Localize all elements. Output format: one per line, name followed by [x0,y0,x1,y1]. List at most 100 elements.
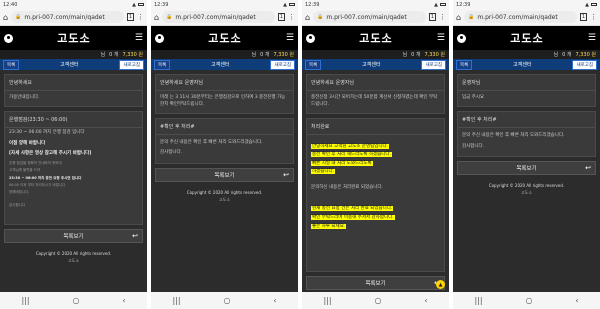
hamburger-icon[interactable]: ☰ [588,33,596,43]
list-nav-button[interactable]: 목록 [456,59,473,70]
android-nav-bar: ||| ○ ‹ [0,292,147,309]
back-icon[interactable]: ‹ [122,296,125,305]
menu-icon[interactable]: ⋮ [137,13,144,21]
home-icon[interactable]: ⌂ [154,13,159,22]
clock: 12:39 [154,1,169,8]
tabs-icon[interactable]: 1 [428,13,436,21]
site-logo[interactable]: 고도소 [208,30,241,46]
list-button[interactable]: 목록보기 ↩ [4,228,143,243]
back-icon[interactable]: ‹ [424,296,427,305]
home-button-icon[interactable]: ○ [223,296,230,305]
scroll-top-icon[interactable]: ▲ [436,280,445,289]
list-button-label: 목록보기 [214,173,235,179]
list-nav-button[interactable]: 목록 [3,59,20,70]
menu-icon[interactable]: ⋮ [288,13,295,21]
menu-icon[interactable]: ⋮ [590,13,597,21]
signal-icon: ▲ [434,1,438,8]
refresh-button[interactable]: 새로고침 [119,59,144,70]
answer-box: 은행점검(23:30 ~ 06:00) 23:30 ~ 06:00 까지 은행 … [4,110,143,225]
list-nav-button[interactable]: 목록 [154,59,171,70]
list-nav-button[interactable]: 목록 [305,59,322,70]
address-bar[interactable]: 🔒 m.pri-007.com/main/qadet [11,11,124,23]
home-button-icon[interactable]: ○ [374,296,381,305]
home-button-icon[interactable]: ○ [72,296,79,305]
highlight-text: 확인 부탁드리며 이용해 주셔서 감사합니다. [311,214,395,220]
return-icon: ↩ [585,164,591,173]
browser-toolbar: ⌂ 🔒 m.pri-007.com/main/qadet 1 ⋮ [151,9,298,26]
points-count: 0 개 [260,52,270,58]
site-header: 고도소 ☰ [0,26,147,50]
screenshot-strip: 12:40 ▲ ⌂ 🔒 m.pri-007.com/main/qadet 1 ⋮ … [0,0,600,309]
clock: 12:40 [3,1,18,8]
hamburger-icon[interactable]: ☰ [135,33,143,43]
tabs-icon[interactable]: 1 [277,13,285,21]
content: 운영자님 입금 주시요 #확인 후 처리# 문의 주신 내용은 확인 후 빠른 … [453,70,600,200]
recents-icon[interactable]: ||| [323,296,331,305]
hamburger-icon[interactable]: ☰ [437,33,445,43]
home-button-icon[interactable]: ○ [525,296,532,305]
back-icon[interactable]: ‹ [575,296,578,305]
back-icon[interactable]: ‹ [273,296,276,305]
menu-icon[interactable]: ⋮ [439,13,446,21]
clock: 12:39 [305,1,320,8]
highlight-text: 하겠습니다. [311,169,336,175]
copyright: Copyright © 2020 All rights reserved. [186,190,263,195]
android-nav-bar: ||| ○ ‹ [151,292,298,309]
answer-title: #확인 후 처리# [458,112,595,128]
answer-title: #확인 후 처리# [156,119,293,135]
highlight-text: 안녕하세요 고객님 고도소 운영팀입니다. [311,143,390,149]
highlight-text: 좋은 하루 되세요. [311,223,347,229]
address-bar[interactable]: 🔒 m.pri-007.com/main/qadet [313,11,426,23]
points-bar: 님 0 개 7,330 원 [151,50,298,59]
phone-screen-4: 12:39 ▲ ⌂ 🔒 m.pri-007.com/main/qadet 1 ⋮ … [453,0,600,309]
answer-title: 처리완료 [307,119,444,135]
list-button[interactable]: 목록보기 ↩ [306,275,445,290]
page-title: 고객센터 [211,62,230,68]
greeting: 운영자님 [458,75,595,91]
recents-icon[interactable]: ||| [172,296,180,305]
site-logo[interactable]: 고도소 [510,30,543,46]
site-logo[interactable]: 고도소 [57,30,90,46]
hamburger-icon[interactable]: ☰ [286,33,294,43]
url-text: m.pri-007.com/main/qadet [175,13,256,21]
address-bar[interactable]: 🔒 m.pri-007.com/main/qadet [464,11,577,23]
browser-toolbar: ⌂ 🔒 m.pri-007.com/main/qadet 1 ⋮ [453,9,600,26]
copyright: Copyright © 2020 All rights reserved. [488,183,565,189]
address-bar[interactable]: 🔒 m.pri-007.com/main/qadet [162,11,275,23]
points-value: 7,330 원 [122,52,143,58]
answer-line: 이점 양해 바랍니다 [9,140,46,146]
battery-icon [289,3,295,6]
closing-text: 감사합니다. [160,150,183,156]
refresh-button[interactable]: 새로고침 [572,59,597,70]
question-text: 가용안내입니다. [9,95,40,100]
tabs-icon[interactable]: 1 [126,13,134,21]
lock-icon: 🔒 [468,14,475,20]
phone-screen-3: 12:39 ▲ ⌂ 🔒 m.pri-007.com/main/qadet 1 ⋮ … [302,0,449,309]
home-icon[interactable]: ⌂ [456,13,461,22]
user-icon[interactable] [155,33,164,43]
url-text: m.pri-007.com/main/qadet [326,13,407,21]
list-button[interactable]: 목록보기 ↩ [457,161,596,176]
user-icon[interactable] [457,33,466,43]
highlight-text: 충전 확인 후 처리 해드리도록 하겠습니다. [311,152,392,158]
points-value: 7,330 원 [575,52,596,58]
recents-icon[interactable]: ||| [21,296,29,305]
list-button-label: 목록보기 [63,233,84,240]
note-line: 23:30 ~ 06:00 까지 충전 요청 주시면 입니다 [9,175,82,180]
user-icon[interactable] [306,33,315,43]
content: 안녕하세요 가용안내입니다. 은행점검(23:30 ~ 06:00) 23:30… [0,70,147,268]
tabs-icon[interactable]: 1 [579,13,587,21]
refresh-button[interactable]: 새로고침 [270,59,295,70]
note-line: 06:00 이후 부터 처리하시기 바랍니다 [9,182,66,187]
question-box: 운영자님 입금 주시요 [457,74,596,107]
lock-icon: 🔒 [317,14,324,20]
status-bar: 12:39 ▲ [453,0,600,9]
recents-icon[interactable]: ||| [474,296,482,305]
home-icon[interactable]: ⌂ [3,13,8,22]
site-logo[interactable]: 고도소 [359,30,392,46]
list-button[interactable]: 목록보기 ↩ [155,168,294,182]
footer-brand: 고도소 [218,197,231,202]
user-icon[interactable] [4,33,13,43]
home-icon[interactable]: ⌂ [305,13,310,22]
refresh-button[interactable]: 새로고침 [421,59,446,70]
